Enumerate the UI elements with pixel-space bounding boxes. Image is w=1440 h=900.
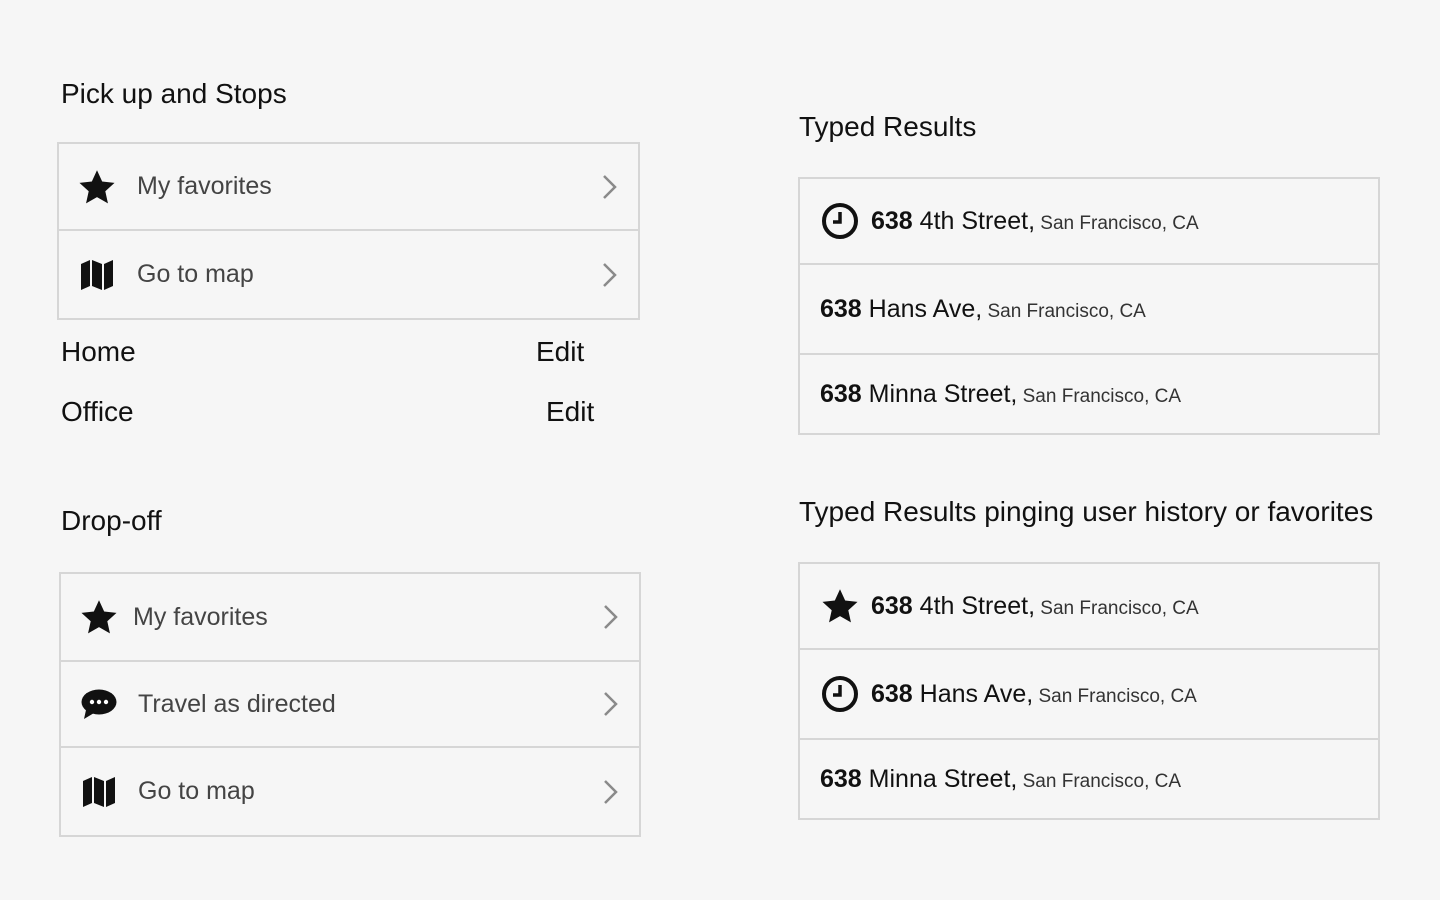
chevron-right-icon	[604, 605, 618, 629]
result-street: Hans Ave,	[912, 679, 1034, 708]
dropoff-menu: My favorites Travel as directed Go to ma…	[59, 572, 641, 837]
result-row[interactable]: 638 Hans Ave, San Francisco, CA	[800, 650, 1378, 740]
result-number: 638	[820, 764, 862, 793]
result-row[interactable]: 638 Minna Street, San Francisco, CA	[800, 355, 1378, 433]
chevron-right-icon	[604, 779, 618, 804]
result-number: 638	[820, 379, 862, 408]
typed-results-list: 638 4th Street, San Francisco, CA 638 Ha…	[798, 177, 1380, 435]
result-row[interactable]: 638 Hans Ave, San Francisco, CA	[800, 265, 1378, 355]
chevron-right-icon	[603, 262, 617, 287]
menu-label: My favorites	[133, 602, 268, 631]
star-icon	[79, 597, 119, 637]
pickup-favorites-row[interactable]: My favorites	[59, 144, 638, 231]
result-number: 638	[871, 206, 913, 235]
history-results-title: Typed Results pinging user history or fa…	[799, 496, 1374, 527]
result-street: Minna Street,	[861, 379, 1018, 408]
result-street: Hans Ave,	[861, 294, 983, 323]
result-city: San Francisco, CA	[982, 300, 1146, 322]
clock-icon	[820, 201, 860, 241]
pickup-title: Pick up and Stops	[61, 78, 287, 109]
page: Pick up and Stops My favorites Go to map…	[0, 0, 1440, 900]
result-row[interactable]: 638 Minna Street, San Francisco, CA	[800, 740, 1378, 818]
pickup-map-row[interactable]: Go to map	[59, 231, 638, 318]
edit-office-button[interactable]: Edit	[546, 398, 594, 426]
dropoff-title: Drop-off	[61, 505, 162, 536]
map-icon	[77, 255, 117, 295]
place-office: Office	[61, 396, 134, 427]
result-street: 4th Street,	[912, 591, 1036, 620]
result-city: San Francisco, CA	[1033, 685, 1197, 707]
star-icon	[820, 586, 860, 626]
result-city: San Francisco, CA	[1035, 212, 1199, 234]
map-icon	[79, 772, 119, 812]
chat-bubble-icon	[79, 684, 119, 724]
result-street: Minna Street,	[861, 764, 1018, 793]
result-row[interactable]: 638 4th Street, San Francisco, CA	[800, 564, 1378, 650]
star-icon	[77, 167, 117, 207]
menu-label: Go to map	[138, 777, 255, 805]
result-row[interactable]: 638 4th Street, San Francisco, CA	[800, 179, 1378, 265]
menu-label: Travel as directed	[138, 689, 336, 718]
dropoff-favorites-row[interactable]: My favorites	[61, 574, 639, 662]
result-number: 638	[871, 591, 913, 620]
clock-icon	[820, 674, 860, 714]
history-results-list: 638 4th Street, San Francisco, CA 638 Ha…	[798, 562, 1380, 820]
menu-label: My favorites	[137, 172, 272, 200]
result-number: 638	[871, 679, 913, 708]
menu-label: Go to map	[137, 260, 254, 288]
chevron-right-icon	[604, 692, 618, 716]
dropoff-travel-row[interactable]: Travel as directed	[61, 662, 639, 748]
result-city: San Francisco, CA	[1017, 770, 1182, 792]
place-home: Home	[61, 336, 136, 367]
chevron-right-icon	[603, 174, 617, 199]
result-city: San Francisco, CA	[1035, 597, 1199, 619]
edit-home-button[interactable]: Edit	[536, 338, 584, 366]
typed-results-title: Typed Results	[799, 111, 977, 142]
dropoff-map-row[interactable]: Go to map	[61, 748, 639, 835]
result-street: 4th Street,	[912, 206, 1036, 235]
pickup-menu: My favorites Go to map	[57, 142, 640, 320]
result-number: 638	[820, 294, 862, 323]
result-city: San Francisco, CA	[1017, 385, 1182, 407]
